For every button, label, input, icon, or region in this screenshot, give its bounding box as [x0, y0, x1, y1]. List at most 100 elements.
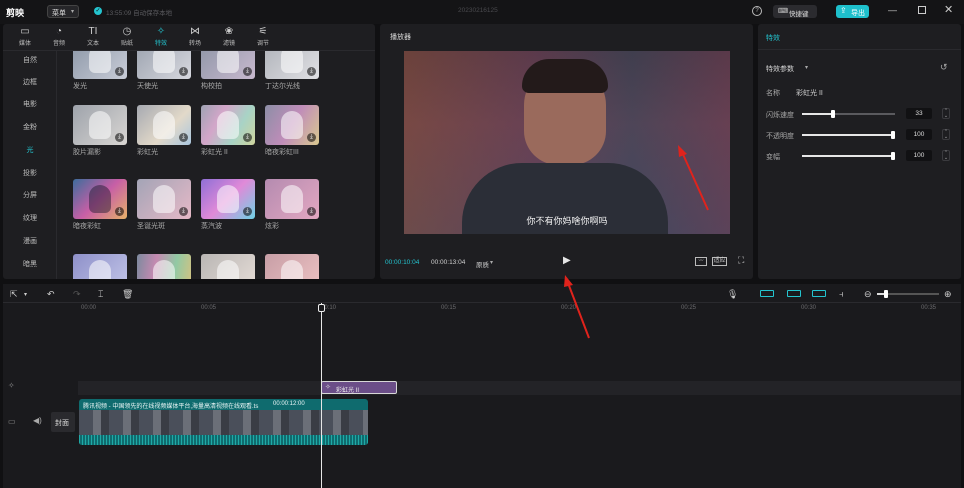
- speed-slider[interactable]: [802, 110, 895, 118]
- effect-thumbnail[interactable]: [137, 254, 191, 279]
- effect-thumbnail[interactable]: ⤓: [201, 51, 255, 79]
- reset-icon[interactable]: ↺: [940, 62, 948, 73]
- video-preview[interactable]: 你不有你妈啥你啊吗: [404, 51, 730, 234]
- category-item[interactable]: 自然: [3, 55, 57, 65]
- opacity-slider[interactable]: [802, 131, 895, 139]
- microphone-icon[interactable]: 🎙: [727, 289, 738, 300]
- split-icon[interactable]: ⌶: [98, 289, 103, 300]
- playhead-line[interactable]: [321, 303, 322, 488]
- effect-thumbnail[interactable]: [73, 254, 127, 279]
- category-item[interactable]: 投影: [3, 168, 57, 178]
- category-item[interactable]: 暗黑: [3, 259, 57, 269]
- download-icon[interactable]: ⤓: [115, 133, 124, 142]
- download-icon[interactable]: ⤓: [179, 207, 188, 216]
- effect-thumbnail[interactable]: ⤓: [201, 179, 255, 219]
- opacity-field[interactable]: 100: [906, 129, 932, 140]
- linkage-icon[interactable]: [787, 290, 801, 297]
- tab-sticker[interactable]: ◷ 贴纸: [113, 26, 141, 47]
- effect-thumbnail[interactable]: ⤓: [73, 51, 127, 79]
- effect-thumbnail[interactable]: ⤓: [201, 105, 255, 145]
- tab-filter[interactable]: ❀ 滤镜: [215, 26, 243, 47]
- play-icon[interactable]: ▶: [563, 255, 571, 266]
- effect-thumbnail[interactable]: ⤓: [137, 51, 191, 79]
- download-icon[interactable]: ⤓: [243, 67, 252, 76]
- download-icon[interactable]: ⤓: [243, 207, 252, 216]
- quality-select[interactable]: 原质: [476, 259, 489, 269]
- undo-icon[interactable]: ↶: [47, 289, 55, 300]
- preview-axis-icon[interactable]: [812, 290, 826, 297]
- fullscreen-icon[interactable]: ⛶: [738, 255, 744, 266]
- tab-transition[interactable]: ⋈ 转场: [181, 26, 209, 47]
- auto-snap-icon[interactable]: [760, 290, 774, 297]
- download-icon[interactable]: ⤓: [243, 133, 252, 142]
- category-item[interactable]: 分屏: [3, 190, 57, 200]
- maximize-icon[interactable]: [918, 6, 926, 14]
- effect-label: 彩虹光: [137, 149, 158, 156]
- time-ruler[interactable]: 00:00 00:05 00:10 00:15 00:20 00:25 00:3…: [78, 303, 961, 317]
- download-icon[interactable]: ⤓: [179, 67, 188, 76]
- effect-label: 圣诞光斑: [137, 223, 165, 230]
- tab-effect-props[interactable]: 特效: [766, 33, 780, 43]
- help-icon[interactable]: ?: [752, 6, 762, 16]
- video-clip[interactable]: 腾讯视频 - 中国领先的在线视频媒体平台,海量高清视频在线观看.ts 00:00…: [79, 399, 368, 445]
- category-item[interactable]: 边框: [3, 77, 57, 87]
- zoom-slider[interactable]: [877, 290, 939, 298]
- align-icon[interactable]: ⫞: [839, 289, 844, 300]
- effect-thumbnail[interactable]: ⤓: [265, 105, 319, 145]
- category-item[interactable]: 电影: [3, 99, 57, 109]
- video-track-icon[interactable]: ▭: [8, 417, 16, 426]
- waveform-icon[interactable]: 〰: [695, 257, 707, 266]
- effect-thumbnail[interactable]: [201, 254, 255, 279]
- tab-effects[interactable]: ✧ 特效: [147, 26, 175, 47]
- effect-clip[interactable]: ✧ 彩虹光 II: [321, 381, 397, 394]
- menu-button[interactable]: 菜单 ▾: [47, 5, 79, 18]
- download-icon[interactable]: ⤓: [115, 67, 124, 76]
- stepper-icon[interactable]: ⌃ ⌄: [942, 129, 950, 140]
- effect-thumbnail[interactable]: ⤓: [137, 179, 191, 219]
- zoom-in-icon[interactable]: ⊕: [944, 289, 952, 300]
- minimize-icon[interactable]: —: [888, 5, 897, 15]
- ruler-tick: 00:05: [201, 305, 217, 311]
- category-item[interactable]: 漫画: [3, 236, 57, 246]
- effect-thumbnail[interactable]: [265, 254, 319, 279]
- category-item-active[interactable]: 光: [3, 145, 57, 155]
- effect-thumbnail[interactable]: ⤓: [265, 51, 319, 79]
- effects-track: [78, 381, 961, 395]
- tab-text[interactable]: TI 文本: [79, 26, 107, 47]
- delete-icon[interactable]: 🗑: [122, 289, 133, 300]
- chevron-down-icon[interactable]: ▾: [24, 291, 27, 298]
- cover-button[interactable]: 封面: [51, 412, 75, 432]
- ratio-button[interactable]: 适应: [712, 257, 727, 266]
- amplitude-slider[interactable]: [802, 152, 895, 160]
- effect-thumbnail[interactable]: ⤓: [73, 179, 127, 219]
- tab-media[interactable]: ▭ 媒体: [11, 26, 39, 47]
- tab-adjust[interactable]: ⚟ 调节: [249, 26, 277, 47]
- playhead-handle[interactable]: [318, 304, 325, 312]
- select-tool-icon[interactable]: ⇱: [10, 289, 18, 300]
- download-icon[interactable]: ⤓: [307, 133, 316, 142]
- export-button[interactable]: ⇪ 导出: [836, 5, 869, 18]
- tab-audio[interactable]: ◔ 音频: [45, 26, 73, 47]
- redo-icon[interactable]: ↷: [73, 289, 81, 300]
- stepper-icon[interactable]: ⌃ ⌄: [942, 108, 950, 119]
- download-icon[interactable]: ⤓: [115, 207, 124, 216]
- download-icon[interactable]: ⤓: [179, 133, 188, 142]
- mute-icon[interactable]: ◀): [33, 416, 42, 425]
- speed-field[interactable]: 33: [906, 108, 932, 119]
- chevron-down-icon[interactable]: ▾: [490, 259, 493, 266]
- close-icon[interactable]: ✕: [944, 3, 953, 16]
- chevron-down-icon[interactable]: ▾: [805, 64, 808, 71]
- amplitude-field[interactable]: 100: [906, 150, 932, 161]
- effect-thumbnail[interactable]: ⤓: [73, 105, 127, 145]
- shortcut-button[interactable]: ⌨ 快捷键: [773, 5, 817, 18]
- zoom-out-icon[interactable]: ⊖: [864, 289, 872, 300]
- download-icon[interactable]: ⤓: [307, 67, 316, 76]
- category-item[interactable]: 纹理: [3, 213, 57, 223]
- download-icon[interactable]: ⤓: [307, 207, 316, 216]
- category-item[interactable]: 金粉: [3, 122, 57, 132]
- param-label: 不透明度: [766, 133, 794, 140]
- effect-thumbnail[interactable]: ⤓: [137, 105, 191, 145]
- effect-thumbnail[interactable]: ⤓: [265, 179, 319, 219]
- ruler-tick: 00:15: [441, 305, 457, 311]
- stepper-icon[interactable]: ⌃ ⌄: [942, 150, 950, 161]
